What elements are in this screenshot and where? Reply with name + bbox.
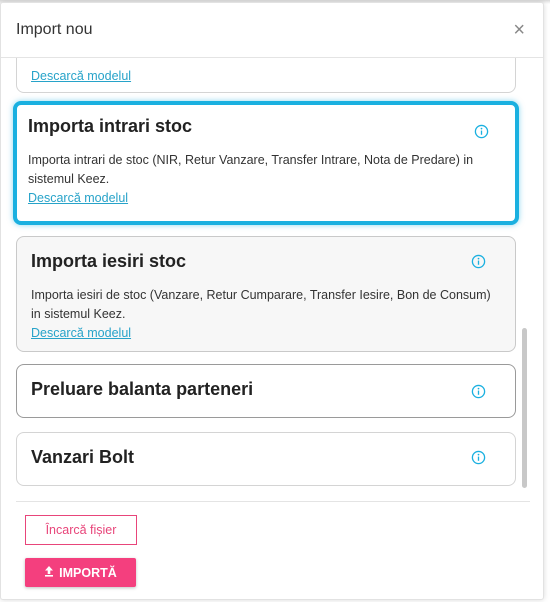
- info-icon[interactable]: [474, 124, 489, 144]
- import-options-list[interactable]: Descarcă modelul Importa intrari stoc Im…: [1, 58, 543, 498]
- info-icon[interactable]: [471, 254, 486, 274]
- upload-file-button[interactable]: Încarcă fișier: [25, 515, 137, 545]
- upload-file-label: Încarcă fișier: [45, 523, 117, 537]
- import-dialog: Import nou × Descarcă modelul Importa in…: [0, 2, 544, 600]
- import-button[interactable]: IMPORTĂ: [25, 558, 136, 587]
- import-option-card-iesiri-stoc[interactable]: Importa iesiri stoc Importa iesiri de st…: [16, 236, 516, 352]
- info-icon[interactable]: [471, 384, 486, 404]
- download-template-link[interactable]: Descarcă modelul: [28, 191, 128, 205]
- dialog-header: Import nou ×: [1, 3, 543, 58]
- download-template-link[interactable]: Descarcă modelul: [31, 326, 131, 340]
- close-icon[interactable]: ×: [513, 20, 525, 40]
- import-option-card-intrari-stoc[interactable]: Importa intrari stoc Importa intrari de …: [13, 101, 519, 225]
- card-description: Importa iesiri de stoc (Vanzare, Retur C…: [31, 288, 491, 321]
- card-title: Vanzari Bolt: [31, 447, 135, 467]
- card-title: Importa intrari stoc: [28, 116, 193, 136]
- card-title: Importa iesiri stoc: [31, 251, 187, 271]
- download-template-link[interactable]: Descarcă modelul: [31, 69, 131, 83]
- upload-icon: [44, 565, 54, 580]
- import-option-card-balanta-parteneri[interactable]: Preluare balanta parteneri: [16, 364, 516, 418]
- scrollbar[interactable]: [522, 328, 527, 488]
- import-option-card-vanzari-bolt[interactable]: Vanzari Bolt: [16, 432, 516, 486]
- import-option-card[interactable]: Descarcă modelul: [16, 58, 516, 93]
- import-label: IMPORTĂ: [59, 565, 117, 580]
- footer-divider: [16, 501, 530, 502]
- card-description: Importa intrari de stoc (NIR, Retur Vanz…: [28, 153, 474, 186]
- info-icon[interactable]: [471, 450, 486, 470]
- dialog-title: Import nou: [16, 21, 93, 38]
- card-title: Preluare balanta parteneri: [31, 379, 254, 399]
